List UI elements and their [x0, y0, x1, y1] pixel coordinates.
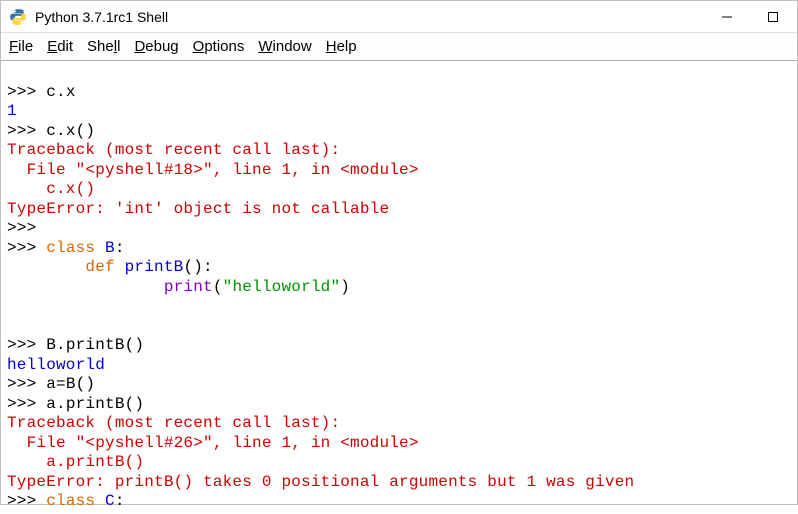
minimize-button[interactable]	[717, 7, 737, 27]
traceback-line: Traceback (most recent call last):	[7, 141, 340, 159]
code-line: :	[115, 239, 125, 257]
code-line: :	[115, 492, 125, 510]
keyword: class	[46, 492, 95, 510]
traceback-line: a.printB()	[7, 453, 144, 471]
code-line: a.printB()	[46, 395, 144, 413]
code-line: c.x	[46, 83, 75, 101]
func-name: printB	[115, 258, 184, 276]
output-line: 1	[7, 102, 17, 120]
menu-options[interactable]: Options	[193, 38, 245, 55]
class-name: C	[95, 492, 115, 510]
class-name: B	[95, 239, 115, 257]
menubar: File Edit Shell Debug Options Window Hel…	[1, 33, 797, 61]
blank-line	[7, 317, 85, 335]
code-line: )	[340, 278, 350, 296]
menu-help[interactable]: Help	[326, 38, 357, 55]
prompt: >>>	[7, 219, 36, 237]
keyword: class	[46, 239, 95, 257]
prompt: >>>	[7, 83, 46, 101]
prompt: >>>	[7, 375, 46, 393]
code-line: c.x()	[46, 122, 95, 140]
code-line: B.printB()	[46, 336, 144, 354]
prompt: >>>	[7, 492, 46, 510]
traceback-line: File "<pyshell#26>", line 1, in <module>	[7, 434, 419, 452]
prompt: >>>	[7, 395, 46, 413]
string-literal: "helloworld"	[223, 278, 341, 296]
output-line: helloworld	[7, 356, 105, 374]
menu-debug[interactable]: Debug	[134, 38, 178, 55]
builtin: print	[164, 278, 213, 296]
python-icon	[9, 8, 27, 26]
indent	[7, 278, 164, 296]
menu-window[interactable]: Window	[258, 38, 311, 55]
window-controls	[717, 7, 793, 27]
maximize-button[interactable]	[763, 7, 783, 27]
keyword: def	[85, 258, 114, 276]
traceback-line: Traceback (most recent call last):	[7, 414, 340, 432]
window-title: Python 3.7.1rc1 Shell	[35, 9, 168, 25]
menu-edit[interactable]: Edit	[47, 38, 73, 55]
code-line: ():	[183, 258, 212, 276]
traceback-line: c.x()	[7, 180, 95, 198]
shell-output-area[interactable]: >>> c.x 1 >>> c.x() Traceback (most rece…	[1, 61, 797, 514]
error-line: TypeError: printB() takes 0 positional a…	[7, 473, 634, 491]
prompt: >>>	[7, 122, 46, 140]
traceback-line: File "<pyshell#18>", line 1, in <module>	[7, 161, 419, 179]
menu-shell[interactable]: Shell	[87, 38, 120, 55]
prompt: >>>	[7, 336, 46, 354]
code-line: (	[213, 278, 223, 296]
titlebar: Python 3.7.1rc1 Shell	[1, 1, 797, 33]
menu-file[interactable]: File	[9, 38, 33, 55]
indent	[7, 258, 85, 276]
error-line: TypeError: 'int' object is not callable	[7, 200, 389, 218]
code-line: a=B()	[46, 375, 95, 393]
prompt: >>>	[7, 239, 46, 257]
